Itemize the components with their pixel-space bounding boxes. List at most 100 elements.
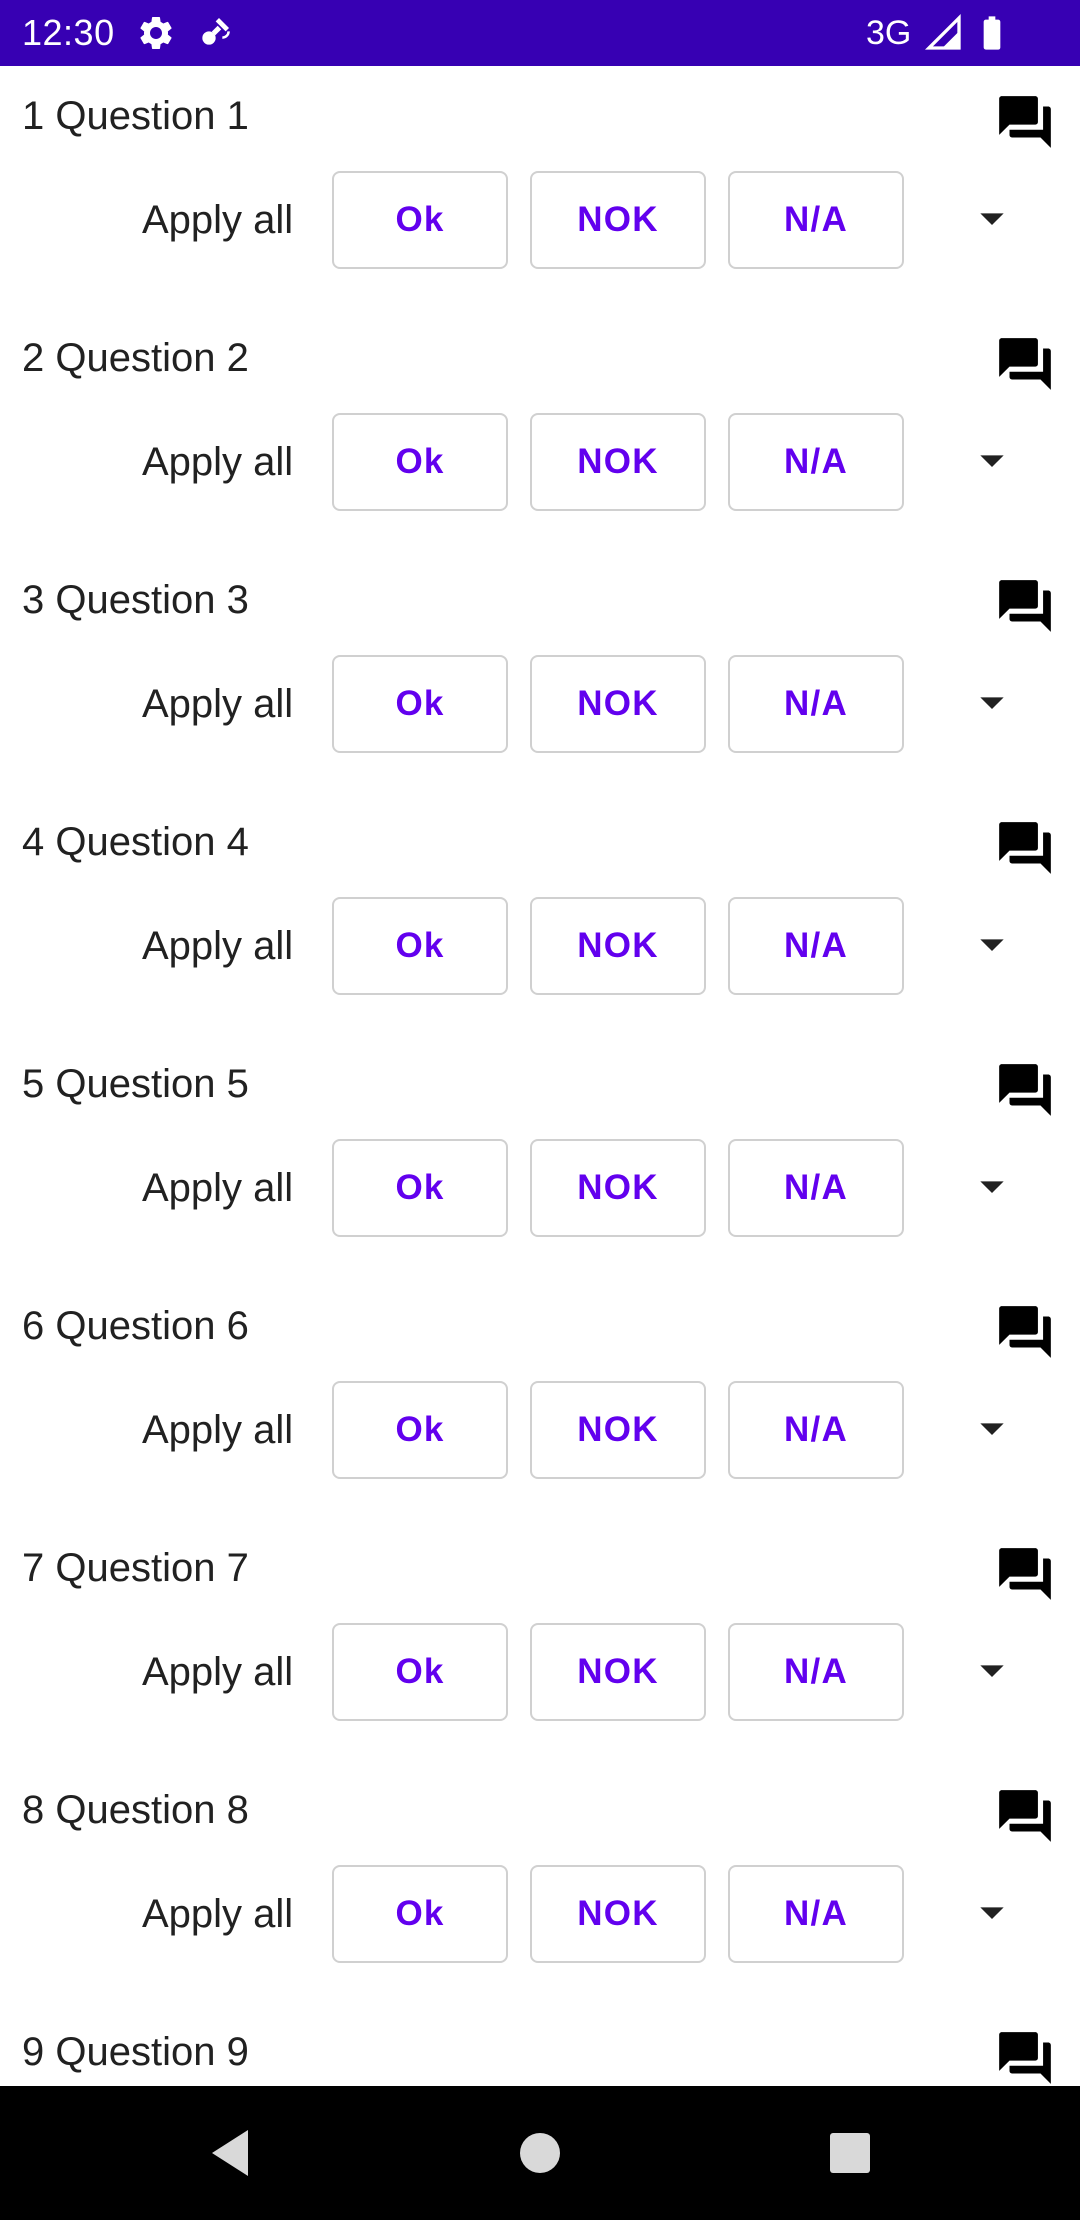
network-type: 3G — [866, 14, 912, 52]
expand-button[interactable] — [964, 1642, 1020, 1698]
navigation-bar — [0, 2086, 1080, 2220]
comment-icon — [994, 91, 1056, 153]
ok-button[interactable]: Ok — [332, 897, 508, 995]
ok-button[interactable]: Ok — [332, 1381, 508, 1479]
nok-button[interactable]: NOK — [530, 897, 706, 995]
apply-all-label: Apply all — [142, 1408, 294, 1452]
question-title: 9 Question 9 — [22, 2030, 249, 2074]
chevron-down-icon — [964, 1642, 1020, 1698]
chevron-down-icon — [964, 1400, 1020, 1456]
comment-icon — [994, 817, 1056, 879]
nok-button[interactable]: NOK — [530, 1623, 706, 1721]
na-button[interactable]: N/A — [728, 655, 904, 753]
ok-button[interactable]: Ok — [332, 1623, 508, 1721]
comment-button[interactable] — [994, 1059, 1056, 1121]
home-button[interactable] — [500, 2113, 580, 2193]
settings-icon — [136, 13, 176, 53]
apply-all-label: Apply all — [142, 924, 294, 968]
back-button[interactable] — [190, 2113, 270, 2193]
question-title: 8 Question 8 — [22, 1788, 249, 1832]
satellite-icon — [194, 13, 234, 53]
screen: 12:30 3G 1 Question 1 Apply all Ok NOK N/A 2 … — [0, 0, 1080, 2220]
expand-button[interactable] — [964, 1884, 1020, 1940]
comment-button[interactable] — [994, 333, 1056, 395]
expand-button[interactable] — [964, 432, 1020, 488]
apply-all-label: Apply all — [142, 1166, 294, 1210]
comment-icon — [994, 1301, 1056, 1363]
question-item: 7 Question 7 Apply all Ok NOK N/A — [0, 1518, 1080, 1760]
nok-button[interactable]: NOK — [530, 413, 706, 511]
chevron-down-icon — [964, 916, 1020, 972]
na-button[interactable]: N/A — [728, 1865, 904, 1963]
chevron-down-icon — [964, 674, 1020, 730]
recents-icon — [830, 2133, 870, 2173]
question-item: 3 Question 3 Apply all Ok NOK N/A — [0, 550, 1080, 792]
apply-all-label: Apply all — [142, 1650, 294, 1694]
na-button[interactable]: N/A — [728, 897, 904, 995]
comment-button[interactable] — [994, 2027, 1056, 2086]
question-item: 9 Question 9Apply allOkNOKN/A — [0, 2002, 1080, 2086]
ok-button[interactable]: Ok — [332, 413, 508, 511]
chevron-down-icon — [964, 1158, 1020, 1214]
expand-button[interactable] — [964, 190, 1020, 246]
na-button[interactable]: N/A — [728, 1381, 904, 1479]
question-item: 1 Question 1 Apply all Ok NOK N/A — [0, 66, 1080, 308]
expand-button[interactable] — [964, 1400, 1020, 1456]
question-item: 2 Question 2 Apply all Ok NOK N/A — [0, 308, 1080, 550]
question-title: 6 Question 6 — [22, 1304, 249, 1348]
na-button[interactable]: N/A — [728, 1139, 904, 1237]
comment-icon — [994, 1543, 1056, 1605]
question-title: 2 Question 2 — [22, 336, 249, 380]
comment-button[interactable] — [994, 1301, 1056, 1363]
ok-button[interactable]: Ok — [332, 1139, 508, 1237]
question-title: 7 Question 7 — [22, 1546, 249, 1590]
question-item: 8 Question 8 Apply all Ok NOK N/A — [0, 1760, 1080, 2002]
comment-button[interactable] — [994, 817, 1056, 879]
apply-all-label: Apply all — [142, 1892, 294, 1936]
back-icon — [212, 2130, 248, 2176]
na-button[interactable]: N/A — [728, 171, 904, 269]
comment-icon — [994, 1059, 1056, 1121]
nok-button[interactable]: NOK — [530, 1139, 706, 1237]
question-item: 6 Question 6 Apply all Ok NOK N/A — [0, 1276, 1080, 1518]
question-title: 5 Question 5 — [22, 1062, 249, 1106]
chevron-down-icon — [964, 1884, 1020, 1940]
apply-all-label: Apply all — [142, 682, 294, 726]
nok-button[interactable]: NOK — [530, 655, 706, 753]
question-title: 3 Question 3 — [22, 578, 249, 622]
na-button[interactable]: N/A — [728, 413, 904, 511]
comment-button[interactable] — [994, 91, 1056, 153]
question-item: 5 Question 5 Apply all Ok NOK N/A — [0, 1034, 1080, 1276]
apply-all-label: Apply all — [142, 198, 294, 242]
comment-button[interactable] — [994, 1543, 1056, 1605]
comment-icon — [994, 2027, 1056, 2086]
question-title: 4 Question 4 — [22, 820, 249, 864]
comment-button[interactable] — [994, 575, 1056, 637]
ok-button[interactable]: Ok — [332, 1865, 508, 1963]
status-bar: 12:30 3G — [0, 0, 1080, 66]
expand-button[interactable] — [964, 916, 1020, 972]
battery-icon — [972, 13, 1012, 53]
nok-button[interactable]: NOK — [530, 171, 706, 269]
apply-all-label: Apply all — [142, 440, 294, 484]
comment-icon — [994, 575, 1056, 637]
chevron-down-icon — [964, 190, 1020, 246]
nok-button[interactable]: NOK — [530, 1381, 706, 1479]
ok-button[interactable]: Ok — [332, 171, 508, 269]
expand-button[interactable] — [964, 674, 1020, 730]
question-title: 1 Question 1 — [22, 94, 249, 138]
question-list[interactable]: 1 Question 1 Apply all Ok NOK N/A 2 Question … — [0, 66, 1080, 2086]
ok-button[interactable]: Ok — [332, 655, 508, 753]
question-item: 4 Question 4 Apply all Ok NOK N/A — [0, 792, 1080, 1034]
nok-button[interactable]: NOK — [530, 1865, 706, 1963]
expand-button[interactable] — [964, 1158, 1020, 1214]
comment-icon — [994, 1785, 1056, 1847]
signal-icon — [924, 13, 964, 53]
recents-button[interactable] — [810, 2113, 890, 2193]
comment-icon — [994, 333, 1056, 395]
comment-button[interactable] — [994, 1785, 1056, 1847]
chevron-down-icon — [964, 432, 1020, 488]
status-time: 12:30 — [22, 12, 115, 53]
home-icon — [520, 2133, 560, 2173]
na-button[interactable]: N/A — [728, 1623, 904, 1721]
